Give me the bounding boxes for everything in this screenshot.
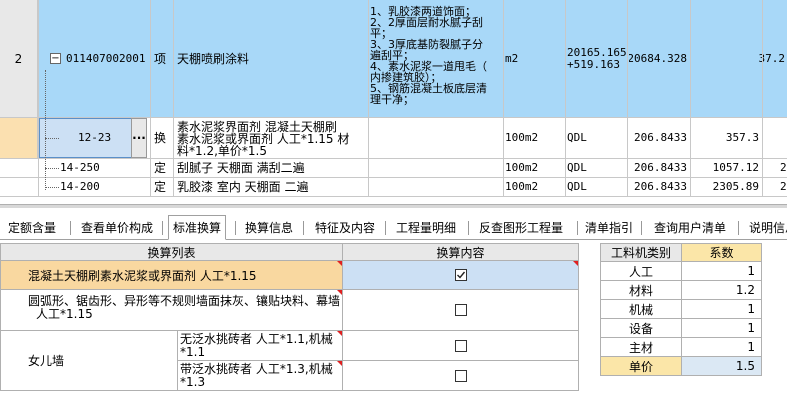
check-icon xyxy=(456,271,465,279)
conversion-subitem[interactable]: 无泛水挑砖者 人工*1.1,机械 *1.1 xyxy=(177,330,343,361)
checkbox[interactable] xyxy=(454,339,467,352)
quota-name: 素水泥浆界面剂 混凝土天棚刷 素水泥浆或界面剂 人工*1.15 材 料*1.2,… xyxy=(177,118,367,158)
bill-type: 项 xyxy=(154,51,167,66)
quota-unit: 100m2 xyxy=(505,161,539,174)
header-conversion-content: 换算内容 xyxy=(342,243,579,261)
quota-grid: 2 − 011407002001 项 天棚喷刷涂料 1、乳胶漆两道饰面； 2、2厚… xyxy=(0,0,787,204)
row-number: 2 xyxy=(0,0,38,117)
bill-qty-line2: +519.163 xyxy=(567,57,620,71)
tree-line xyxy=(45,168,59,169)
quota-row-selected[interactable]: 12-23 ··· 换 素水泥浆界面剂 混凝土天棚刷 素水泥浆或界面剂 人工*1… xyxy=(0,118,787,159)
conversion-group: 女儿墙 xyxy=(0,330,178,391)
quota-code: 14-250 xyxy=(60,161,100,174)
conversion-check-cell[interactable] xyxy=(342,360,579,391)
conversion-item-label: *1.3 xyxy=(180,375,206,389)
factor-label: 设备 xyxy=(600,318,682,338)
quota-code: 14-200 xyxy=(60,180,100,193)
quota-name: 刮腻子 天棚面 满刮二遍 xyxy=(177,161,305,175)
tab-features[interactable]: 特征及内容 xyxy=(315,215,375,240)
bill-price: 37.2 xyxy=(758,51,786,65)
conversion-check-cell[interactable] xyxy=(342,289,579,331)
quota-qty-code: QDL xyxy=(567,180,587,193)
quota-name-line: 料*1.2,单价*1.5 xyxy=(177,144,267,158)
quota-row[interactable]: 14-200 定 乳胶漆 室内 天棚面 二遍 100m2 QDL 206.843… xyxy=(0,178,787,197)
conversion-table: 换算列表 换算内容 混凝土天棚刷素水泥浆或界面剂 人工*1.15 圆弧形、锯齿形… xyxy=(0,243,580,391)
factor-value[interactable]: 1 xyxy=(681,261,762,281)
bill-row[interactable]: 2 − 011407002001 项 天棚喷刷涂料 1、乳胶漆两道饰面； 2、2厚… xyxy=(0,0,787,118)
tab-quantity-detail[interactable]: 工程量明细 xyxy=(396,215,456,240)
quota-price: 357.3 xyxy=(725,131,759,144)
factor-value[interactable]: 1 xyxy=(681,337,762,357)
tab-price-composition[interactable]: 查看单价构成 xyxy=(81,215,153,240)
quota-extra: 2 xyxy=(780,161,787,174)
quota-extra: 2 xyxy=(780,180,787,193)
checkbox-checked[interactable] xyxy=(454,269,467,281)
header-material-type: 工料机类别 xyxy=(600,243,682,262)
quota-type: 定 xyxy=(154,180,167,194)
tree-line xyxy=(45,187,59,188)
header-coefficient: 系数 xyxy=(681,243,762,262)
quota-qty-code: QDL xyxy=(567,161,587,174)
tab-quota-content[interactable]: 定额含量 xyxy=(8,215,56,240)
quota-code: 12-23 xyxy=(78,131,112,144)
tree-line xyxy=(45,70,46,190)
conversion-check-cell[interactable] xyxy=(342,260,579,290)
header-conversion-list: 换算列表 xyxy=(0,243,343,261)
quota-qty: 206.8433 xyxy=(634,180,687,193)
more-button[interactable]: ··· xyxy=(131,118,147,158)
quota-unit: 100m2 xyxy=(505,180,539,193)
factor-value[interactable]: 1 xyxy=(681,299,762,319)
tab-standard-conversion[interactable]: 标准换算 xyxy=(168,215,227,240)
factor-value[interactable]: 1 xyxy=(681,318,762,338)
conversion-subitem[interactable]: 带泛水挑砖者 人工*1.3,机械 *1.3 xyxy=(177,360,343,391)
conversion-item[interactable]: 圆弧形、锯齿形、异形等不规则墙面抹灰、镶贴块料、幕墙 人工*1.15 xyxy=(0,289,343,331)
tab-user-bill[interactable]: 查询用户清单 xyxy=(654,215,726,240)
bill-description-line: 理干净； xyxy=(370,93,414,106)
conversion-item-selected[interactable]: 混凝土天棚刷素水泥浆或界面剂 人工*1.15 xyxy=(0,260,343,290)
factor-label: 主材 xyxy=(600,337,682,357)
conversion-check-cell[interactable] xyxy=(342,330,579,361)
note-marker-icon xyxy=(573,261,578,266)
factor-label: 单价 xyxy=(600,356,682,376)
checkbox[interactable] xyxy=(454,369,467,382)
quota-name: 乳胶漆 室内 天棚面 二遍 xyxy=(177,180,309,194)
splitter[interactable] xyxy=(0,204,787,208)
quota-type: 定 xyxy=(154,161,167,175)
factor-label: 人工 xyxy=(600,261,682,281)
bill-qty-line1: 20165.165 xyxy=(567,45,627,59)
quota-price: 1057.12 xyxy=(712,161,759,174)
quota-unit: 100m2 xyxy=(505,131,539,144)
tree-line xyxy=(45,138,59,139)
collapse-icon[interactable]: − xyxy=(50,53,61,64)
quota-row[interactable]: 14-250 定 刮腻子 天棚面 满刮二遍 100m2 QDL 206.8433… xyxy=(0,159,787,178)
factor-value[interactable]: 1.2 xyxy=(681,280,762,300)
tab-conversion-info[interactable]: 换算信息 xyxy=(245,215,293,240)
conversion-item-label: *1.1 xyxy=(180,345,206,359)
factor-value[interactable]: 1.5 xyxy=(681,356,762,376)
factor-label: 材料 xyxy=(600,280,682,300)
tab-description[interactable]: 说明信息 xyxy=(749,215,787,240)
quota-price: 2305.89 xyxy=(712,180,759,193)
bill-amount: 20684.328 xyxy=(629,51,687,65)
bill-name: 天棚喷刷涂料 xyxy=(177,51,250,66)
quota-qty: 206.8433 xyxy=(634,131,687,144)
row-indicator xyxy=(0,118,38,158)
factor-table: 工料机类别 系数 人工 1 材料 1.2 机械 1 设备 1 主材 1 单价 1.5 xyxy=(600,243,762,377)
quota-type: 换 xyxy=(154,131,167,145)
bill-unit: m2 xyxy=(505,51,519,65)
tab-bill-guide[interactable]: 清单指引 xyxy=(585,215,633,240)
bill-quantity-expr: 20165.165 +519.163 xyxy=(567,0,627,117)
conversion-item-label: 人工*1.15 xyxy=(36,307,93,321)
bill-code: 011407002001 xyxy=(66,51,146,65)
quota-qty: 206.8433 xyxy=(634,161,687,174)
tab-reverse-graphic[interactable]: 反查图形工程量 xyxy=(479,215,563,240)
checkbox[interactable] xyxy=(454,304,467,316)
bill-description: 1、乳胶漆两道饰面； 2、2厚面层耐水腻子刮 平； 3、3厚底基防裂腻子分 遍刮平； 4、… xyxy=(370,0,502,117)
conversion-group-label: 女儿墙 xyxy=(28,354,65,368)
conversion-item-label: 混凝土天棚刷素水泥浆或界面剂 人工*1.15 xyxy=(28,268,257,283)
factor-label: 机械 xyxy=(600,299,682,319)
quota-qty-code: QDL xyxy=(567,131,587,144)
tab-bar: 定额含量 查看单价构成 标准换算 换算信息 特征及内容 工程量明细 反查图形工程… xyxy=(0,215,787,240)
